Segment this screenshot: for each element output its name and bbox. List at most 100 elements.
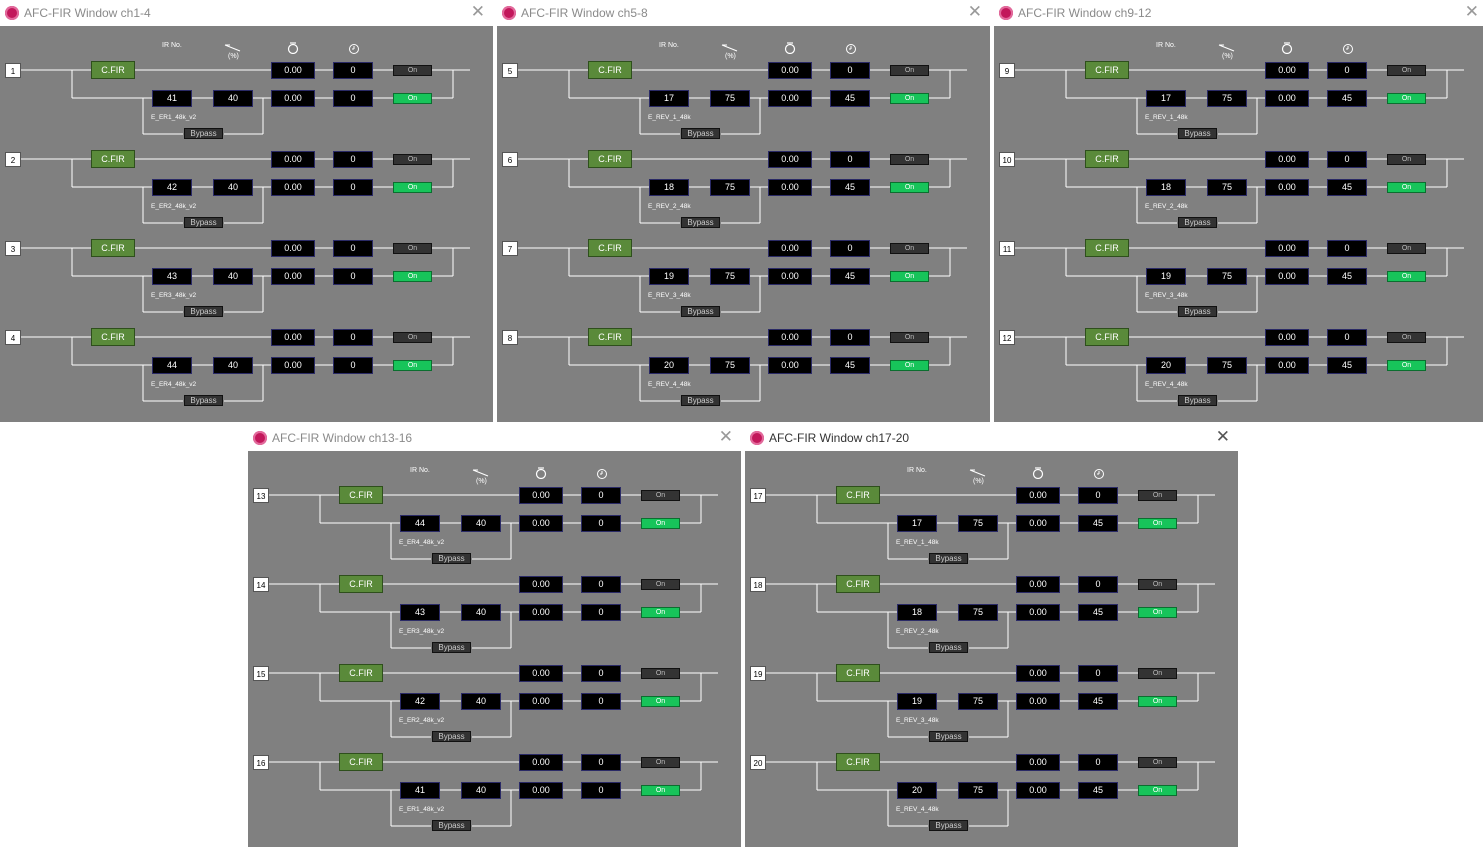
cfir-button[interactable]: C.FIR [836, 753, 880, 771]
cfir-on-button[interactable]: On [1387, 154, 1426, 165]
mix-percent-value[interactable]: 75 [958, 782, 998, 799]
cfir-on-button[interactable]: On [393, 332, 432, 343]
ir-delay-value[interactable]: 0 [581, 515, 621, 532]
cfir-button[interactable]: C.FIR [339, 486, 383, 504]
ir-number-value[interactable]: 17 [1146, 90, 1186, 107]
ir-on-button[interactable]: On [1138, 785, 1177, 796]
mix-percent-value[interactable]: 40 [461, 693, 501, 710]
cfir-level-value[interactable]: 0.00 [519, 487, 563, 504]
bypass-button[interactable]: Bypass [681, 128, 720, 139]
cfir-button[interactable]: C.FIR [339, 664, 383, 682]
ir-delay-value[interactable]: 45 [830, 268, 870, 285]
bypass-button[interactable]: Bypass [1178, 217, 1217, 228]
cfir-button[interactable]: C.FIR [1085, 150, 1129, 168]
ir-on-button[interactable]: On [1387, 93, 1426, 104]
cfir-on-button[interactable]: On [890, 65, 929, 76]
cfir-delay-value[interactable]: 0 [333, 240, 373, 257]
bypass-button[interactable]: Bypass [681, 395, 720, 406]
ir-on-button[interactable]: On [393, 360, 432, 371]
close-icon[interactable]: ✕ [471, 3, 485, 21]
ir-delay-value[interactable]: 45 [1327, 357, 1367, 374]
mix-percent-value[interactable]: 40 [461, 515, 501, 532]
close-icon[interactable]: ✕ [1216, 428, 1230, 446]
bypass-button[interactable]: Bypass [681, 217, 720, 228]
ir-number-value[interactable]: 41 [400, 782, 440, 799]
cfir-button[interactable]: C.FIR [339, 575, 383, 593]
ir-level-value[interactable]: 0.00 [519, 515, 563, 532]
mix-percent-value[interactable]: 75 [958, 604, 998, 621]
cfir-delay-value[interactable]: 0 [333, 62, 373, 79]
cfir-delay-value[interactable]: 0 [830, 240, 870, 257]
cfir-delay-value[interactable]: 0 [1078, 754, 1118, 771]
ir-delay-value[interactable]: 0 [333, 90, 373, 107]
cfir-delay-value[interactable]: 0 [830, 151, 870, 168]
cfir-button[interactable]: C.FIR [1085, 61, 1129, 79]
cfir-on-button[interactable]: On [1138, 668, 1177, 679]
cfir-button[interactable]: C.FIR [91, 239, 135, 257]
close-icon[interactable]: ✕ [968, 3, 982, 21]
ir-number-value[interactable]: 19 [649, 268, 689, 285]
ir-number-value[interactable]: 17 [897, 515, 937, 532]
cfir-on-button[interactable]: On [1387, 332, 1426, 343]
mix-percent-value[interactable]: 75 [1207, 357, 1247, 374]
ir-on-button[interactable]: On [1138, 696, 1177, 707]
mix-percent-value[interactable]: 40 [213, 268, 253, 285]
cfir-button[interactable]: C.FIR [588, 61, 632, 79]
ir-on-button[interactable]: On [1138, 518, 1177, 529]
ir-on-button[interactable]: On [393, 182, 432, 193]
mix-percent-value[interactable]: 40 [213, 357, 253, 374]
cfir-on-button[interactable]: On [890, 243, 929, 254]
ir-level-value[interactable]: 0.00 [1265, 357, 1309, 374]
ir-number-value[interactable]: 20 [649, 357, 689, 374]
ir-level-value[interactable]: 0.00 [768, 90, 812, 107]
cfir-button[interactable]: C.FIR [836, 575, 880, 593]
bypass-button[interactable]: Bypass [184, 395, 223, 406]
mix-percent-value[interactable]: 75 [710, 268, 750, 285]
ir-number-value[interactable]: 18 [1146, 179, 1186, 196]
ir-level-value[interactable]: 0.00 [1265, 179, 1309, 196]
ir-on-button[interactable]: On [1387, 271, 1426, 282]
ir-number-value[interactable]: 42 [152, 179, 192, 196]
cfir-level-value[interactable]: 0.00 [1016, 754, 1060, 771]
ir-delay-value[interactable]: 45 [830, 179, 870, 196]
close-icon[interactable]: ✕ [1465, 3, 1479, 21]
ir-on-button[interactable]: On [890, 93, 929, 104]
cfir-delay-value[interactable]: 0 [1327, 151, 1367, 168]
ir-on-button[interactable]: On [1138, 607, 1177, 618]
cfir-level-value[interactable]: 0.00 [1265, 329, 1309, 346]
ir-delay-value[interactable]: 0 [581, 782, 621, 799]
mix-percent-value[interactable]: 40 [461, 782, 501, 799]
bypass-button[interactable]: Bypass [432, 820, 471, 831]
ir-on-button[interactable]: On [393, 271, 432, 282]
cfir-level-value[interactable]: 0.00 [1265, 240, 1309, 257]
cfir-delay-value[interactable]: 0 [333, 329, 373, 346]
ir-on-button[interactable]: On [641, 607, 680, 618]
cfir-button[interactable]: C.FIR [339, 753, 383, 771]
ir-number-value[interactable]: 41 [152, 90, 192, 107]
ir-delay-value[interactable]: 45 [1078, 782, 1118, 799]
ir-level-value[interactable]: 0.00 [1265, 90, 1309, 107]
ir-level-value[interactable]: 0.00 [768, 179, 812, 196]
bypass-button[interactable]: Bypass [929, 642, 968, 653]
ir-delay-value[interactable]: 45 [1327, 268, 1367, 285]
cfir-on-button[interactable]: On [1138, 579, 1177, 590]
bypass-button[interactable]: Bypass [184, 217, 223, 228]
ir-delay-value[interactable]: 45 [1078, 693, 1118, 710]
cfir-level-value[interactable]: 0.00 [271, 62, 315, 79]
cfir-on-button[interactable]: On [641, 757, 680, 768]
ir-delay-value[interactable]: 0 [581, 693, 621, 710]
cfir-on-button[interactable]: On [641, 490, 680, 501]
bypass-button[interactable]: Bypass [1178, 128, 1217, 139]
cfir-delay-value[interactable]: 0 [1327, 329, 1367, 346]
cfir-on-button[interactable]: On [890, 154, 929, 165]
ir-level-value[interactable]: 0.00 [1016, 515, 1060, 532]
ir-on-button[interactable]: On [641, 518, 680, 529]
ir-level-value[interactable]: 0.00 [271, 357, 315, 374]
bypass-button[interactable]: Bypass [1178, 306, 1217, 317]
cfir-delay-value[interactable]: 0 [581, 576, 621, 593]
mix-percent-value[interactable]: 40 [213, 90, 253, 107]
ir-delay-value[interactable]: 0 [333, 268, 373, 285]
cfir-button[interactable]: C.FIR [836, 664, 880, 682]
ir-level-value[interactable]: 0.00 [271, 90, 315, 107]
cfir-level-value[interactable]: 0.00 [519, 576, 563, 593]
